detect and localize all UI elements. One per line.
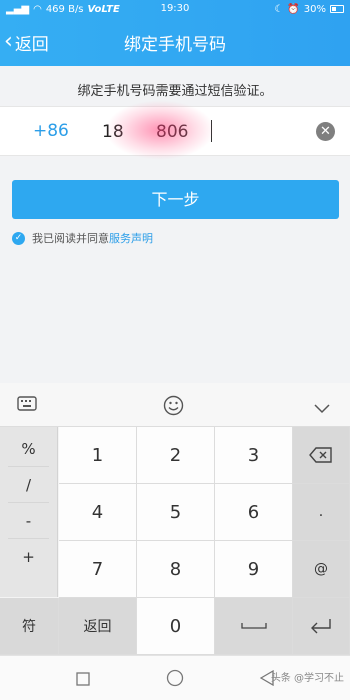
keyboard-icon[interactable] xyxy=(17,396,37,416)
key-1[interactable]: 1 xyxy=(59,427,137,484)
phone-input[interactable] xyxy=(102,116,292,148)
keyboard-toolbar xyxy=(0,383,350,427)
key-3[interactable]: 3 xyxy=(215,427,293,484)
keyboard-keys: % / - + 1 2 3 4 5 6 . 7 8 9 @ 符 返回 0 xyxy=(0,427,350,655)
key-symbols[interactable]: 符 xyxy=(0,598,59,655)
key-percent[interactable]: % xyxy=(8,431,49,467)
key-minus[interactable]: - xyxy=(8,503,49,539)
key-slash[interactable]: / xyxy=(8,467,49,503)
clear-icon[interactable]: ✕ xyxy=(316,122,335,141)
key-2[interactable]: 2 xyxy=(137,427,215,484)
numeric-keyboard: % / - + 1 2 3 4 5 6 . 7 8 9 @ 符 返回 0 xyxy=(0,383,350,655)
app-header: ▂▄▆ ◠ 469 B/s VoLTE 19:30 ☾ ⏰ 30% ‹ 返回 绑… xyxy=(0,0,350,66)
key-5[interactable]: 5 xyxy=(137,484,215,541)
space-icon xyxy=(240,623,267,629)
recent-apps-icon[interactable] xyxy=(76,671,90,690)
status-bar: ▂▄▆ ◠ 469 B/s VoLTE 19:30 ☾ ⏰ 30% xyxy=(0,0,350,18)
key-8[interactable]: 8 xyxy=(137,541,215,598)
key-4[interactable]: 4 xyxy=(59,484,137,541)
key-0[interactable]: 0 xyxy=(137,598,215,655)
page-title: 绑定手机号码 xyxy=(124,34,226,55)
system-nav-bar: 头条 @学习不止 xyxy=(0,655,350,700)
key-dot[interactable]: . xyxy=(293,484,350,541)
agreement-row: ✓ 我已阅读并同意 服务声明 xyxy=(12,230,153,246)
emoji-icon[interactable] xyxy=(163,395,184,420)
battery-icon xyxy=(330,5,344,13)
instruction-text: 绑定手机号码需要通过短信验证。 xyxy=(77,84,273,99)
key-at[interactable]: @ xyxy=(293,541,350,598)
country-code-button[interactable]: +86 xyxy=(33,121,69,141)
agreement-text: 我已阅读并同意 xyxy=(32,232,109,245)
back-button[interactable]: ‹ 返回 xyxy=(4,28,49,56)
key-9[interactable]: 9 xyxy=(215,541,293,598)
enter-icon xyxy=(311,619,331,634)
checkbox-checked-icon[interactable]: ✓ xyxy=(12,231,25,245)
text-caret xyxy=(211,120,212,142)
service-terms-link[interactable]: 服务声明 xyxy=(109,230,153,246)
space-key[interactable] xyxy=(215,598,293,655)
watermark-text: 头条 @学习不止 xyxy=(270,673,344,684)
key-7[interactable]: 7 xyxy=(59,541,137,598)
chevron-down-icon[interactable] xyxy=(314,399,330,418)
backspace-key[interactable] xyxy=(293,427,350,484)
key-6[interactable]: 6 xyxy=(215,484,293,541)
symbol-column[interactable]: % / - + xyxy=(0,427,58,597)
enter-key[interactable] xyxy=(293,598,350,655)
phone-row: +86 xyxy=(0,106,350,156)
key-return[interactable]: 返回 xyxy=(59,598,137,655)
back-label: 返回 xyxy=(14,34,49,55)
chevron-left-icon: ‹ xyxy=(4,29,13,54)
status-time: 19:30 xyxy=(160,3,190,14)
backspace-icon xyxy=(309,447,332,463)
next-step-button[interactable]: 下一步 xyxy=(12,180,339,219)
home-icon[interactable] xyxy=(166,669,184,691)
key-plus[interactable]: + xyxy=(8,539,49,575)
